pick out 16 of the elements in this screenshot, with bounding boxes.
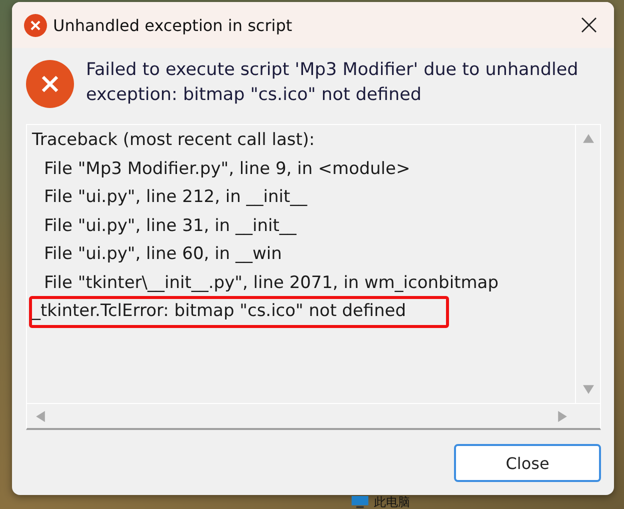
close-button[interactable]: Close <box>454 444 601 482</box>
traceback-line: File "ui.py", line 60, in __win <box>43 243 283 266</box>
scroll-down-icon[interactable] <box>582 384 594 395</box>
traceback-line: File "ui.py", line 31, in __init__ <box>43 214 298 238</box>
traceback-line: Traceback (most recent call last): <box>31 129 316 152</box>
traceback-line: File "Mp3 Modifier.py", line 9, in <module> <box>43 158 412 180</box>
scroll-left-icon[interactable] <box>35 410 46 422</box>
scroll-right-icon[interactable] <box>557 410 568 422</box>
error-icon <box>24 14 47 36</box>
error-icon <box>26 60 74 108</box>
monitor-icon[interactable] <box>350 496 370 508</box>
traceback-line: File "ui.py", line 212, in __init__ <box>43 186 308 209</box>
error-message: Failed to execute script 'Mp3 Modifier' due to unhandled exception: bitmap "cs.ico" not defined <box>86 59 580 107</box>
traceback-line: File "tkinter\__init__.py", line 2071, in wm_iconbitmap <box>43 272 500 294</box>
window-title: Unhandled exception in script <box>53 16 294 34</box>
scroll-up-icon[interactable] <box>582 133 594 144</box>
